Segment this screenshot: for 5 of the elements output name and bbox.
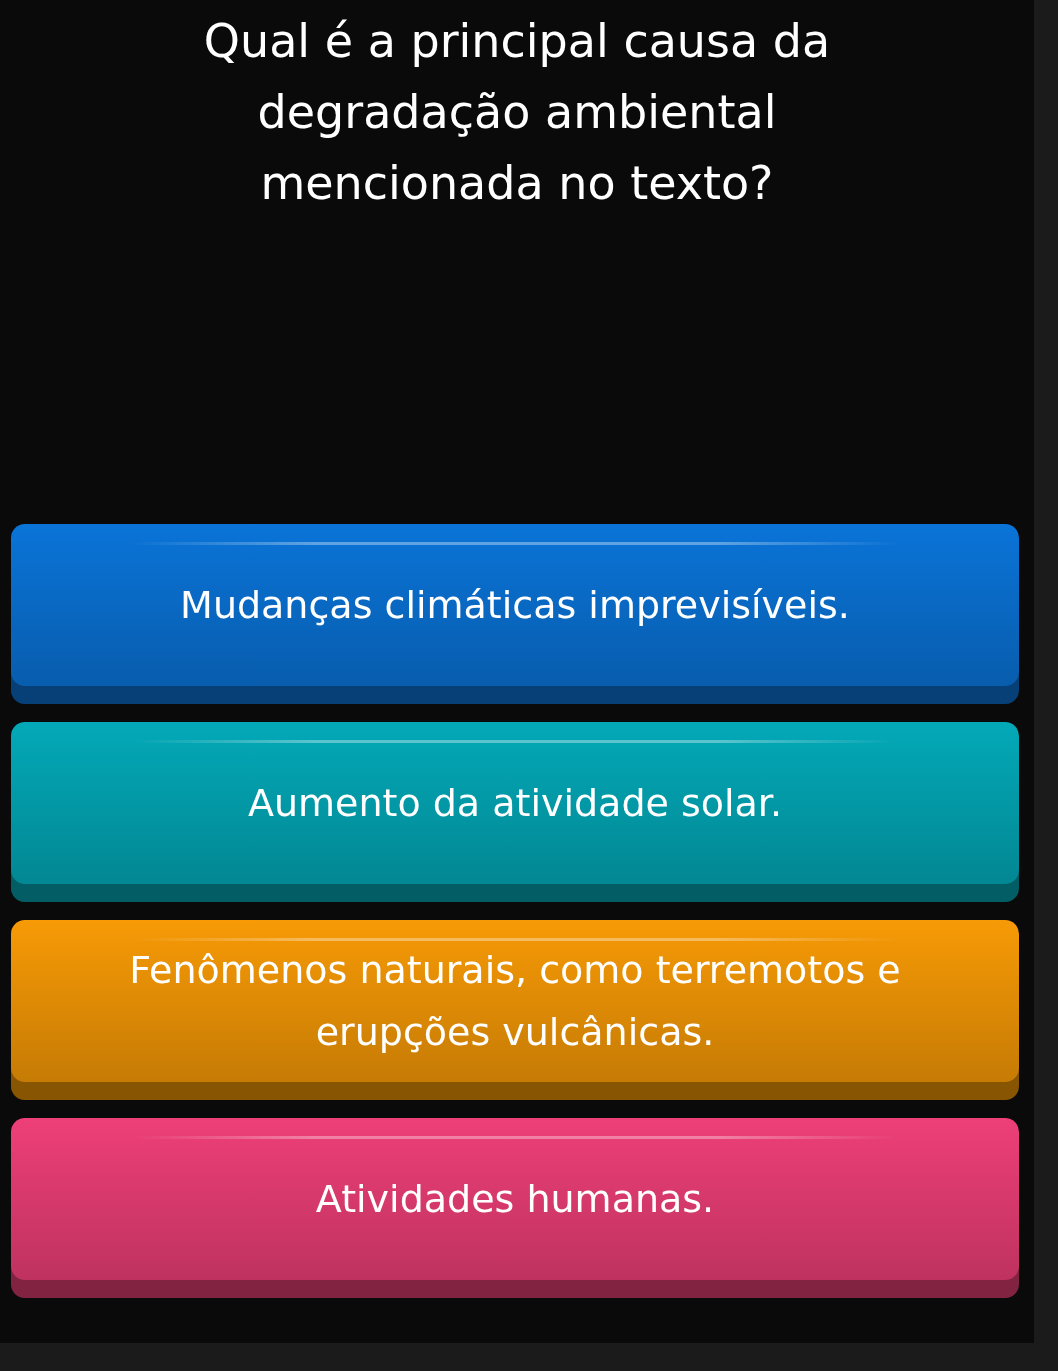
answer-button[interactable]: Atividades humanas.	[11, 1118, 1019, 1298]
answer-button[interactable]: Fenômenos naturais, como terremotos e erupções vulcânicas.	[11, 920, 1019, 1100]
question-text: Qual é a principal causa da degradação ambiental mencionada no texto?	[202, 13, 832, 212]
answer-button[interactable]: Aumento da atividade solar.	[11, 722, 1019, 902]
answer-button[interactable]: Mudanças climáticas imprevisíveis.	[11, 524, 1019, 704]
